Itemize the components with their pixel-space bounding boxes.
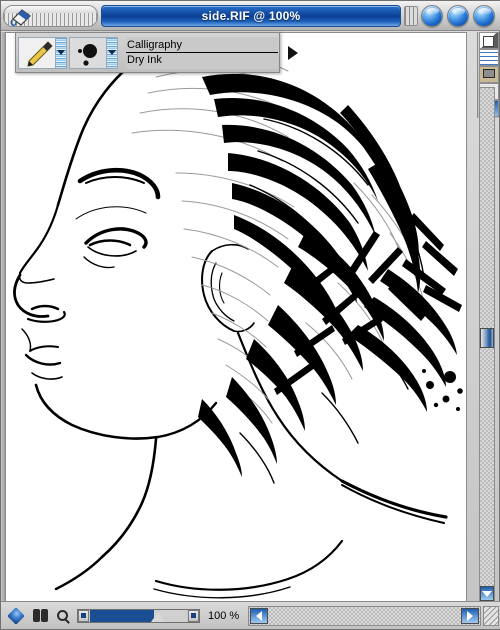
canvas-area[interactable] (5, 32, 467, 602)
zoom-slider[interactable] (77, 608, 200, 623)
window-title-plaque: side.RIF @ 100% (101, 4, 401, 27)
title-bar[interactable]: side.RIF @ 100% (1, 1, 500, 31)
tool-dropdown-chevron-down-icon[interactable] (56, 36, 67, 69)
zoom-slider-thumb[interactable] (151, 611, 166, 622)
arrow-right-icon[interactable] (461, 607, 479, 624)
grid-icon[interactable] (478, 49, 499, 66)
zoom-button[interactable] (447, 4, 469, 27)
zoom-slider-right-end[interactable] (188, 609, 199, 622)
window-title: side.RIF @ 100% (201, 8, 301, 23)
horizontal-scrollbar[interactable] (248, 605, 481, 626)
layers-icon[interactable] (478, 32, 499, 49)
variant-dropdown-chevron-down-icon[interactable] (107, 36, 118, 69)
brush-category-label[interactable]: Calligraphy (126, 38, 278, 53)
brush-name-block: Calligraphy Dry Ink (126, 36, 278, 69)
brush-variant-label[interactable]: Dry Ink (126, 53, 278, 68)
pen-nib-icon[interactable] (18, 36, 56, 69)
zoom-slider-left-end[interactable] (78, 609, 89, 622)
vertical-scrollbar-thumb[interactable] (480, 328, 494, 348)
artwork-canvas[interactable] (6, 33, 467, 602)
monitor-icon[interactable] (478, 66, 499, 83)
titlebar-grip-right[interactable] (404, 5, 418, 26)
arrow-left-icon[interactable] (250, 607, 268, 624)
application-window: side.RIF @ 100% Calligraphy Dry Ink 100 … (0, 0, 500, 630)
close-button[interactable] (473, 4, 495, 27)
magnifier-icon[interactable] (52, 606, 72, 626)
zoom-level-value: 100 % (208, 609, 240, 622)
gem-icon[interactable] (7, 606, 25, 625)
status-bar[interactable]: 100 % (1, 601, 500, 629)
brush-dab-preview-icon[interactable] (69, 36, 107, 69)
tool-selector[interactable] (18, 36, 67, 69)
variant-selector[interactable] (69, 36, 118, 69)
vertical-scrollbar[interactable] (479, 87, 495, 602)
minimize-button[interactable] (421, 4, 443, 27)
brush-selector-palette[interactable]: Calligraphy Dry Ink (15, 32, 298, 73)
window-controls (421, 4, 495, 27)
resize-grip-icon[interactable] (483, 605, 499, 626)
triangle-right-icon[interactable] (288, 45, 298, 60)
zoom-slider-track[interactable] (90, 609, 187, 622)
binoculars-icon[interactable] (30, 606, 50, 626)
titlebar-grip-left[interactable] (3, 4, 98, 27)
paint-bucket-icon (10, 8, 31, 26)
scroll-down-button[interactable] (480, 586, 494, 601)
